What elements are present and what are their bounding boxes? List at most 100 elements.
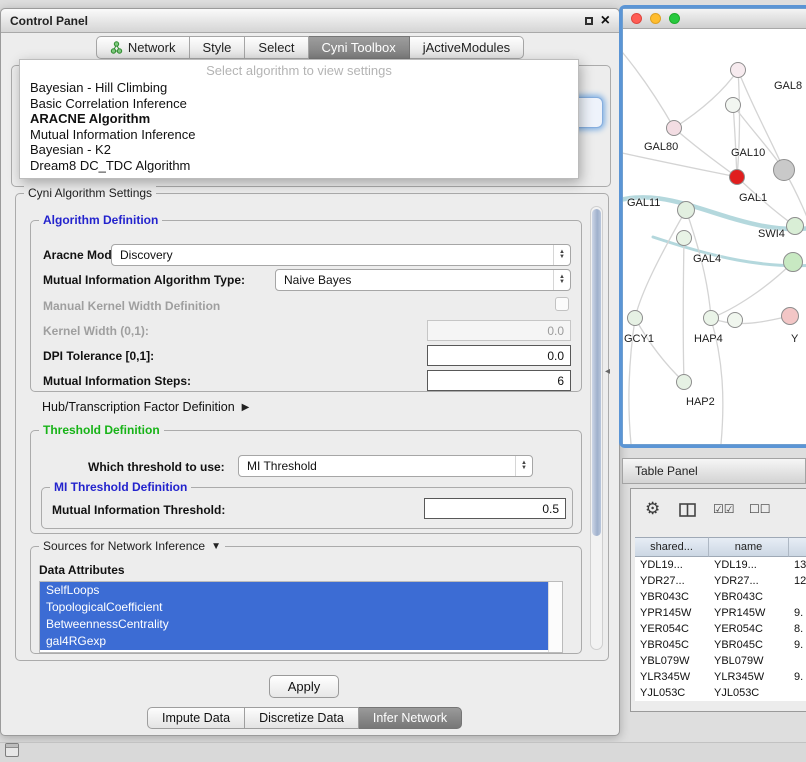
gear-icon[interactable]: ⚙ — [645, 499, 660, 519]
zoom-traffic-light-icon[interactable] — [669, 13, 680, 24]
mi-steps-field[interactable]: 6 — [427, 370, 571, 391]
table-row[interactable]: YBR043C YBR043C — [635, 589, 806, 605]
hub-factor-expander[interactable]: Hub/Transcription Factor Definition ▶ — [42, 400, 249, 414]
tab-network-label: Network — [128, 40, 176, 55]
aracne-mode-select[interactable]: Discovery ▲▼ — [111, 244, 571, 266]
menu-item-basic-correlation[interactable]: Basic Correlation Inference — [20, 96, 578, 112]
control-panel-titlebar[interactable]: Control Panel × — [1, 9, 619, 33]
table-row[interactable]: YPR145W YPR145W 9. — [635, 605, 806, 621]
cell-name: YER054C — [709, 621, 789, 637]
network-node-label: SWI4 — [758, 228, 785, 240]
tab-select[interactable]: Select — [245, 36, 308, 59]
apply-button[interactable]: Apply — [269, 675, 339, 698]
manual-kernel-checkbox[interactable] — [555, 297, 569, 311]
mi-threshold-field[interactable]: 0.5 — [424, 498, 566, 519]
attribute-list-item[interactable]: SelfLoops — [40, 582, 548, 599]
attribute-list-item[interactable]: BetweennessCentrality — [40, 616, 548, 633]
threshold-definition-group: Threshold Definition Which threshold to … — [30, 430, 582, 534]
sources-group-title[interactable]: Sources for Network Inference ▼ — [39, 539, 225, 553]
tab-style[interactable]: Style — [190, 36, 246, 59]
tab-jactivemodules-label: jActiveModules — [423, 40, 510, 55]
network-node[interactable] — [773, 159, 795, 181]
table-row[interactable]: YLR345W YLR345W 9. — [635, 669, 806, 685]
settings-scrollbar[interactable] — [590, 206, 603, 650]
select-all-checkboxes-icon[interactable]: ☑☑ — [713, 502, 735, 516]
menu-item-bayesian-hill-climbing[interactable]: Bayesian - Hill Climbing — [20, 80, 578, 96]
tab-impute-data[interactable]: Impute Data — [147, 707, 245, 729]
attributes-list-scrollbar[interactable] — [548, 582, 562, 652]
menu-item-dream8[interactable]: Dream8 DC_TDC Algorithm — [20, 158, 578, 174]
network-node[interactable] — [730, 62, 746, 78]
menu-item-bayesian-k2[interactable]: Bayesian - K2 — [20, 142, 578, 158]
network-node[interactable] — [627, 310, 643, 326]
mi-algorithm-type-value: Naive Bayes — [284, 273, 351, 287]
tab-infer-network[interactable]: Infer Network — [359, 707, 462, 729]
table-row[interactable]: YJL053C YJL053C — [635, 685, 806, 701]
which-threshold-label: Which threshold to use: — [88, 460, 225, 474]
network-node[interactable] — [786, 217, 804, 235]
settings-scrollbar-thumb[interactable] — [592, 209, 601, 536]
sources-group-title-label: Sources for Network Inference — [43, 539, 205, 553]
tab-select-label: Select — [258, 40, 294, 55]
network-node-label: GCY1 — [624, 333, 654, 345]
columns-icon[interactable] — [679, 503, 696, 517]
table-row[interactable]: YDL19... YDL19... 13 — [635, 557, 806, 573]
close-traffic-light-icon[interactable] — [631, 13, 642, 24]
data-attributes-list[interactable]: SelfLoops TopologicalCoefficient Between… — [39, 581, 563, 653]
tab-cyni-toolbox[interactable]: Cyni Toolbox — [309, 36, 410, 59]
cell-name: YPR145W — [709, 605, 789, 621]
network-node[interactable] — [783, 252, 803, 272]
network-node[interactable] — [666, 120, 682, 136]
kernel-width-field[interactable]: 0.0 — [427, 320, 571, 341]
cell-extra: 9. — [789, 669, 806, 685]
network-node[interactable] — [727, 312, 743, 328]
tab-discretize-data[interactable]: Discretize Data — [245, 707, 359, 729]
algorithm-definition-group: Algorithm Definition Aracne Mode: Discov… — [30, 220, 582, 392]
table-row[interactable]: YBR045C YBR045C 9. — [635, 637, 806, 653]
mi-algorithm-type-select[interactable]: Naive Bayes ▲▼ — [275, 269, 571, 291]
mi-steps-label: Mutual Information Steps: — [43, 374, 191, 388]
table-panel-title: Table Panel — [635, 464, 698, 478]
cell-shared-name: YDL19... — [635, 557, 709, 573]
control-panel-tabbar: Network Style Select Cyni Toolbox jActiv… — [1, 36, 619, 59]
table-row[interactable]: YDR27... YDR27... 12 — [635, 573, 806, 589]
network-node[interactable] — [677, 201, 695, 219]
column-header-shared-name[interactable]: shared... — [635, 537, 709, 557]
cell-shared-name: YDR27... — [635, 573, 709, 589]
mi-threshold-group-title: MI Threshold Definition — [50, 480, 191, 494]
attribute-list-item[interactable]: gal4RGexp — [40, 633, 548, 650]
network-node-label: GAL1 — [739, 192, 767, 204]
which-threshold-select[interactable]: MI Threshold ▲▼ — [238, 455, 533, 477]
table-row[interactable]: YER054C YER054C 8. — [635, 621, 806, 637]
table-panel-titlebar[interactable]: Table Panel — [622, 458, 806, 484]
attribute-list-item[interactable]: TopologicalCoefficient — [40, 599, 548, 616]
network-node[interactable] — [703, 310, 719, 326]
tab-jactivemodules[interactable]: jActiveModules — [410, 36, 524, 59]
which-threshold-value: MI Threshold — [247, 459, 317, 473]
table-row[interactable]: YBL079W YBL079W — [635, 653, 806, 669]
network-node-label: HAP4 — [694, 333, 723, 345]
menu-item-aracne[interactable]: ARACNE Algorithm — [20, 111, 578, 127]
network-node[interactable] — [676, 374, 692, 390]
network-window-titlebar[interactable] — [623, 9, 806, 29]
cell-shared-name: YBL079W — [635, 653, 709, 669]
cell-shared-name: YLR345W — [635, 669, 709, 685]
float-window-icon[interactable] — [585, 17, 593, 25]
network-canvas[interactable]: GAL8GAL80GAL10GAL11GAL1SWI4GAL4GCY1HAP4Y… — [623, 29, 806, 444]
panel-splitter-arrow-icon[interactable]: ◂ — [605, 366, 610, 377]
column-header-name[interactable]: name — [709, 537, 789, 557]
status-strip — [0, 742, 806, 762]
network-node[interactable] — [725, 97, 741, 113]
network-node[interactable] — [676, 230, 692, 246]
deselect-all-checkboxes-icon[interactable]: ☐☐ — [749, 502, 771, 516]
menu-item-mutual-information[interactable]: Mutual Information Inference — [20, 127, 578, 143]
network-node[interactable] — [781, 307, 799, 325]
network-node[interactable] — [729, 169, 745, 185]
dpi-tolerance-field[interactable]: 0.0 — [427, 345, 571, 366]
minimize-traffic-light-icon[interactable] — [650, 13, 661, 24]
tab-network[interactable]: Network — [96, 36, 190, 59]
hub-factor-expander-label: Hub/Transcription Factor Definition — [42, 400, 235, 414]
minimized-window-icon[interactable] — [5, 743, 19, 757]
close-window-icon[interactable]: × — [601, 13, 610, 29]
column-header-extra[interactable] — [789, 537, 806, 557]
